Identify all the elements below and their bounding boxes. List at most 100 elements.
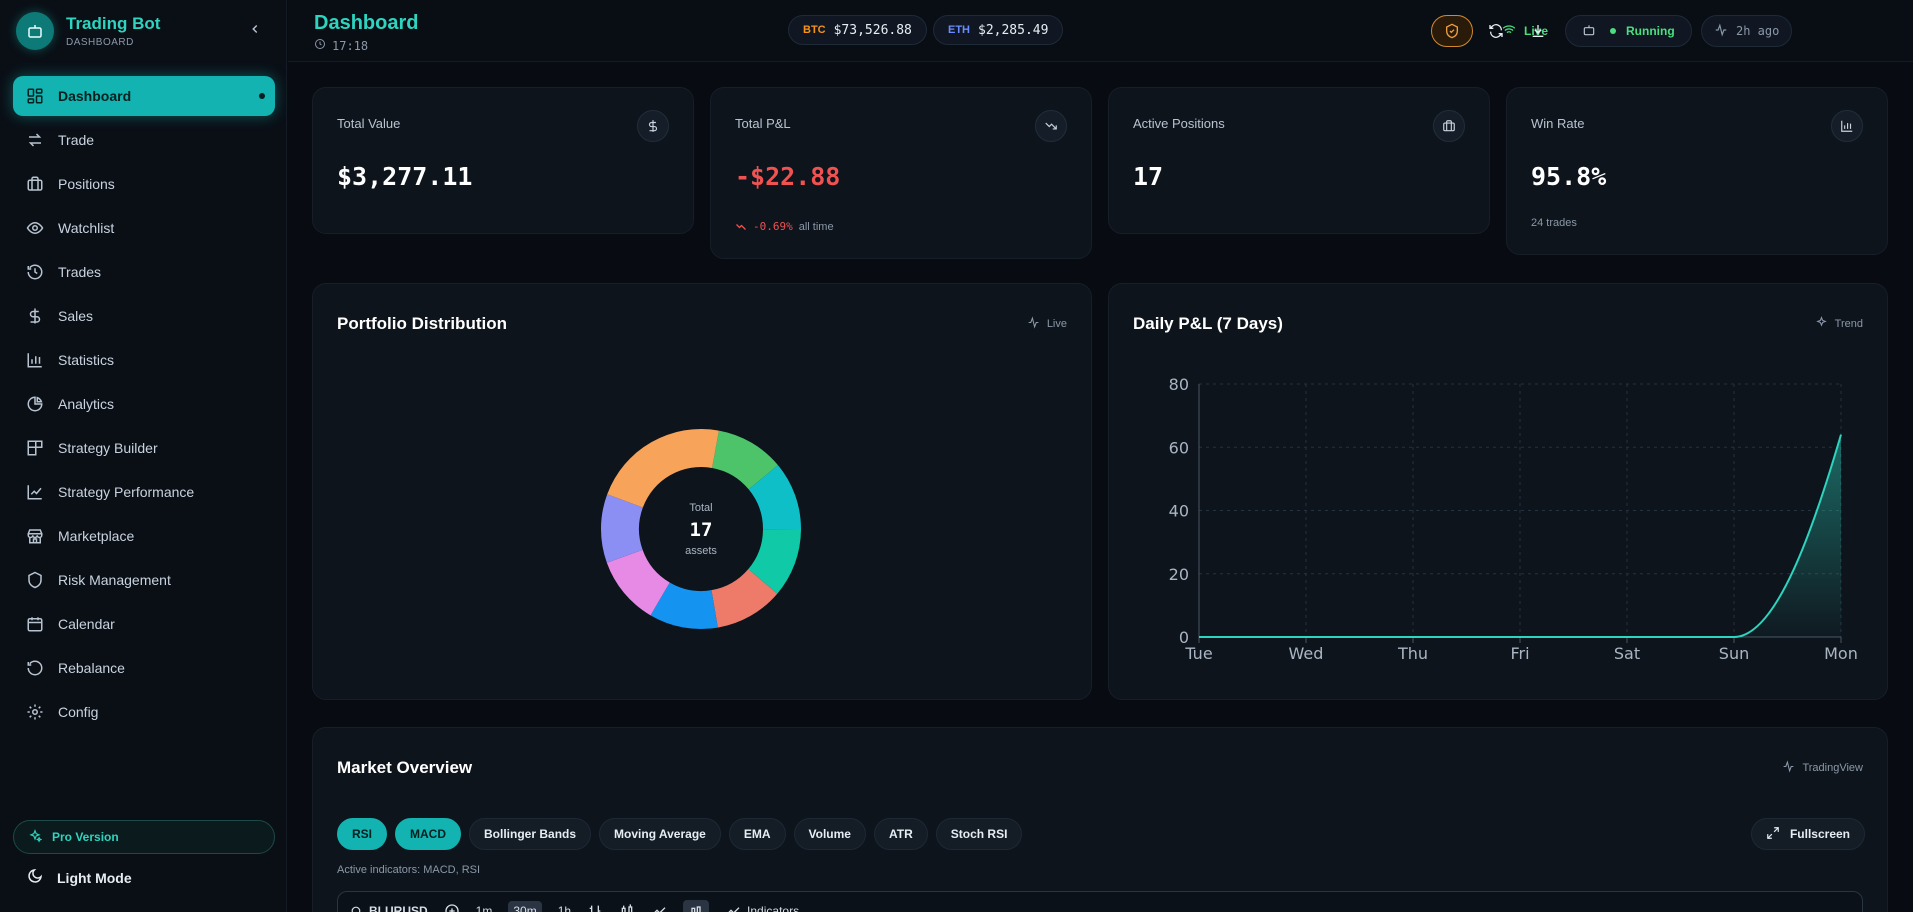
y-tick-label: 40 — [1169, 502, 1189, 521]
pnl-line — [1199, 434, 1842, 638]
x-tick-label: Wed — [1289, 644, 1324, 663]
tradingview-label: TradingView — [1802, 762, 1863, 774]
blocks-icon — [25, 438, 45, 458]
sidebar-item-statistics[interactable]: Statistics — [13, 340, 275, 380]
page-time: 17:18 — [314, 38, 368, 53]
security-button[interactable] — [1431, 15, 1473, 47]
bot-logo-icon — [16, 12, 54, 50]
y-tick-label: 20 — [1169, 565, 1189, 584]
sidebar-item-risk-management[interactable]: Risk Management — [13, 560, 275, 600]
fullscreen-button[interactable]: Fullscreen — [1750, 818, 1865, 850]
shield-icon — [25, 570, 45, 590]
sidebar-item-label: Analytics — [58, 396, 115, 412]
light-mode-toggle[interactable]: Light Mode — [27, 868, 132, 887]
card-title: Daily P&L (7 Days) — [1133, 314, 1283, 333]
pro-version-badge[interactable]: Pro Version — [13, 820, 275, 854]
gear-icon — [25, 702, 45, 722]
collapse-sidebar-button[interactable] — [248, 22, 262, 41]
indicator-chip-ema[interactable]: EMA — [728, 818, 786, 850]
refresh-icon — [1489, 24, 1503, 38]
sidebar-item-analytics[interactable]: Analytics — [13, 384, 275, 424]
sidebar-item-rebalance[interactable]: Rebalance — [13, 648, 275, 688]
indicator-chips: RSI MACD Bollinger Bands Moving Average … — [337, 818, 1030, 850]
interval-1h[interactable]: 1h — [558, 904, 571, 912]
stat-value: -$22.88 — [735, 162, 841, 191]
sidebar-item-label: Trades — [58, 264, 102, 280]
last-update-pill[interactable]: 2h ago — [1701, 15, 1793, 47]
eth-symbol: ETH — [948, 24, 970, 36]
pro-version-label: Pro Version — [52, 830, 119, 844]
activity-icon — [1027, 316, 1040, 332]
bar-chart-icon — [1831, 110, 1863, 142]
eye-icon — [25, 218, 45, 238]
tradingview-tag: TradingView — [1782, 760, 1863, 776]
indicator-chip-macd[interactable]: MACD — [395, 818, 462, 850]
sidebar: Trading Bot DASHBOARD Dashboard Trade Po… — [0, 0, 287, 912]
clock-icon — [314, 38, 326, 53]
sidebar-item-label: Statistics — [58, 352, 115, 368]
running-label: Running — [1626, 24, 1675, 38]
stat-label: Total P&L — [735, 116, 791, 131]
fullscreen-label: Fullscreen — [1789, 827, 1850, 841]
line-chart-icon — [25, 482, 45, 502]
moon-icon — [27, 868, 43, 887]
sparkles-icon — [1815, 316, 1828, 332]
indicators-button[interactable]: Indicators — [725, 903, 799, 912]
add-compare-button[interactable] — [444, 903, 460, 912]
sidebar-item-label: Strategy Performance — [58, 484, 195, 500]
bar-style-icon[interactable] — [587, 903, 603, 912]
interval-1m[interactable]: 1m — [476, 904, 493, 912]
live-tag-label: Live — [1046, 318, 1067, 330]
stat-value: $3,277.11 — [337, 162, 473, 191]
candles-icon[interactable] — [619, 903, 635, 912]
stat-value: 17 — [1133, 162, 1164, 191]
indicator-chip-atr[interactable]: ATR — [873, 818, 928, 850]
stat-card-active-positions: Active Positions 17 — [1108, 87, 1490, 234]
sidebar-item-strategy-performance[interactable]: Strategy Performance — [13, 472, 275, 512]
sidebar-item-sales[interactable]: Sales — [13, 296, 275, 336]
sidebar-item-trade[interactable]: Trade — [13, 120, 275, 160]
sidebar-item-strategy-builder[interactable]: Strategy Builder — [13, 428, 275, 468]
pnl-change-percent: -0.69% — [753, 220, 793, 233]
indicator-chip-bollinger[interactable]: Bollinger Bands — [469, 818, 592, 850]
trend-tag-label: Trend — [1834, 318, 1863, 330]
refresh-button[interactable] — [1480, 15, 1512, 47]
symbol-label: BLURUSD — [369, 904, 428, 912]
interval-30m[interactable]: 30m — [508, 901, 542, 912]
line-style-icon[interactable] — [651, 903, 667, 912]
sidebar-item-trades[interactable]: Trades — [13, 252, 275, 292]
heikin-ashi-icon[interactable] — [683, 900, 710, 912]
download-button[interactable] — [1522, 15, 1554, 47]
sidebar-item-marketplace[interactable]: Marketplace — [13, 516, 275, 556]
activity-icon — [1714, 22, 1728, 40]
stat-card-total-value: Total Value $3,277.11 — [312, 87, 694, 234]
dollar-icon — [25, 306, 45, 326]
indicator-chip-stoch-rsi[interactable]: Stoch RSI — [935, 818, 1023, 850]
sidebar-item-positions[interactable]: Positions — [13, 164, 275, 204]
indicators-icon — [728, 907, 740, 912]
brand[interactable]: Trading Bot DASHBOARD — [16, 12, 160, 50]
market-overview-card: Market Overview TradingView RSI MACD Bol… — [312, 727, 1888, 912]
eth-ticker[interactable]: ETH $2,285.49 — [933, 15, 1064, 45]
sparkles-icon — [28, 828, 43, 846]
sidebar-item-dashboard[interactable]: Dashboard — [13, 76, 275, 116]
symbol-search[interactable]: BLURUSD — [350, 904, 428, 912]
sidebar-item-config[interactable]: Config — [13, 692, 275, 732]
donut-center: Total 17 assets — [599, 427, 803, 631]
briefcase-icon — [25, 174, 45, 194]
search-icon — [351, 906, 361, 912]
trending-down-icon — [736, 223, 746, 230]
sidebar-item-calendar[interactable]: Calendar — [13, 604, 275, 644]
sidebar-item-label: Trade — [58, 132, 95, 148]
indicator-chip-moving-average[interactable]: Moving Average — [599, 818, 721, 850]
donut-center-sub: assets — [685, 544, 717, 557]
sidebar-item-label: Strategy Builder — [58, 440, 158, 456]
indicator-chip-volume[interactable]: Volume — [793, 818, 866, 850]
daily-pnl-chart: 020406080Tue Wed Thu Fri Sat Sun Mon — [1169, 375, 1858, 663]
indicator-chip-rsi[interactable]: RSI — [337, 818, 388, 850]
sidebar-item-label: Sales — [58, 308, 94, 324]
btc-ticker[interactable]: BTC $73,526.88 — [788, 15, 927, 45]
chevron-left-icon — [252, 24, 258, 34]
sidebar-item-watchlist[interactable]: Watchlist — [13, 208, 275, 248]
bot-status-pill[interactable]: Running — [1565, 15, 1692, 47]
